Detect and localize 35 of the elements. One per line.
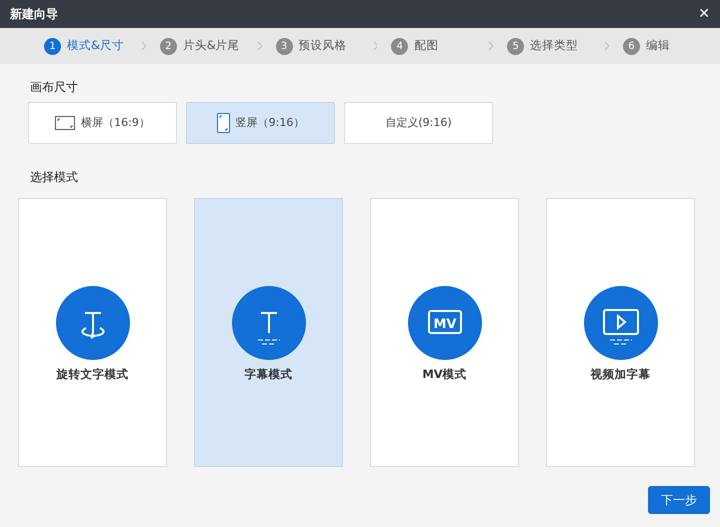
chevron-icon bbox=[372, 41, 378, 51]
subtitle-icon bbox=[232, 286, 306, 360]
chevron-icon bbox=[604, 41, 609, 51]
mode-card[interactable]: 视频加字幕 bbox=[546, 198, 695, 467]
step-number: 1 bbox=[44, 38, 61, 54]
size-option[interactable]: 竖屏（9:16） bbox=[186, 102, 335, 144]
chevron-icon bbox=[256, 41, 262, 51]
step-number: 4 bbox=[391, 38, 408, 54]
step-number: 5 bbox=[507, 38, 524, 54]
mode-card[interactable]: 旋转文字模式 bbox=[18, 198, 167, 467]
mv-icon: MV bbox=[408, 286, 482, 360]
mode-card[interactable]: MV MV模式 bbox=[370, 198, 519, 467]
step-number: 3 bbox=[276, 38, 293, 54]
video-subtitle-icon bbox=[584, 286, 658, 360]
chevron-icon bbox=[488, 41, 494, 51]
step-tab[interactable]: 6 编辑 bbox=[622, 37, 720, 55]
step-tab[interactable]: 3 预设风格 bbox=[276, 37, 373, 55]
next-button[interactable]: 下一步 bbox=[648, 486, 710, 514]
close-button[interactable]: ✕ bbox=[698, 4, 710, 24]
mode-card[interactable]: 字幕模式 bbox=[194, 198, 343, 467]
window-title: 新建向导 bbox=[10, 6, 58, 23]
step-tab[interactable]: 5 选择类型 bbox=[507, 37, 604, 55]
landscape-screen-icon bbox=[55, 116, 76, 130]
portrait-screen-icon bbox=[216, 113, 230, 133]
step-tab[interactable]: 4 配图 bbox=[391, 37, 488, 55]
section-heading: 选择模式 bbox=[30, 169, 79, 186]
chevron-icon bbox=[141, 41, 146, 51]
rotate-text-icon bbox=[56, 286, 130, 360]
size-option[interactable]: 自定义(9:16) bbox=[344, 102, 493, 144]
step-tab[interactable]: 1 模式&尺寸 bbox=[44, 37, 142, 55]
step-number: 2 bbox=[160, 38, 177, 54]
size-option[interactable]: 横屏（16:9） bbox=[28, 102, 177, 144]
step-number: 6 bbox=[622, 38, 640, 54]
section-heading: 画布尺寸 bbox=[30, 79, 79, 96]
step-tab[interactable]: 2 片头&片尾 bbox=[160, 37, 257, 55]
